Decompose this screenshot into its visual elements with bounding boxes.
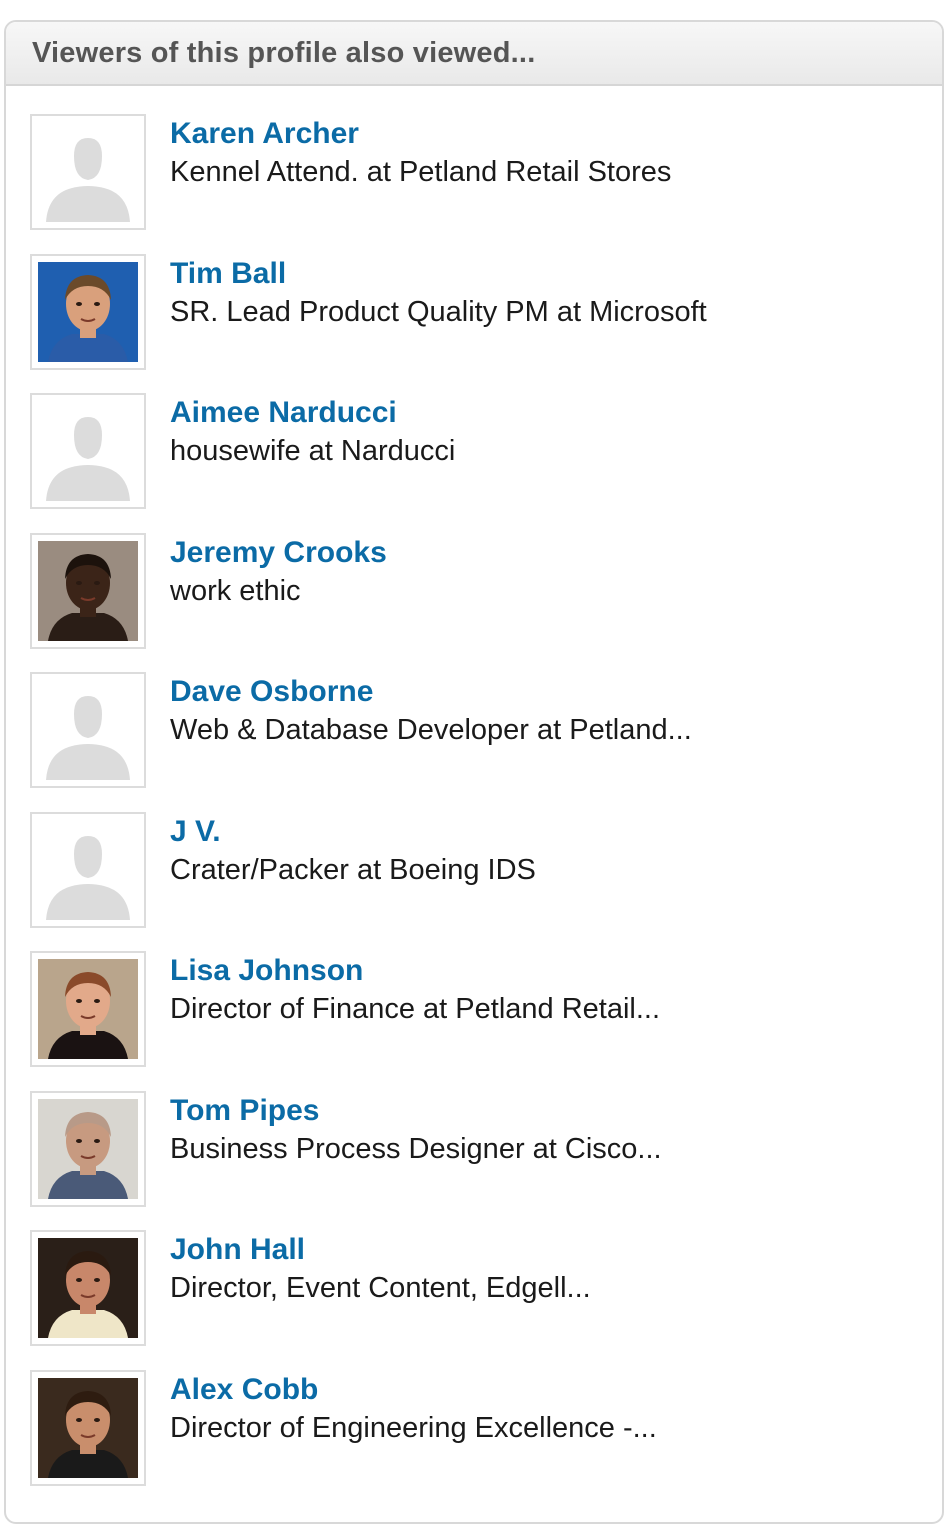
person-headline: Kennel Attend. at Petland Retail Stores (170, 156, 672, 188)
person-headline: Crater/Packer at Boeing IDS (170, 853, 536, 886)
person-headline: Business Process Designer at Cisco... (170, 1132, 662, 1165)
panel-header: Viewers of this profile also viewed... (6, 22, 942, 86)
avatar (38, 540, 138, 641)
profile-photo-link[interactable] (30, 1230, 146, 1346)
avatar-placeholder-icon (38, 122, 138, 222)
list-item: Tom Pipes Business Process Designer at Ci… (6, 1090, 942, 1209)
avatar-placeholder-icon (38, 401, 138, 501)
list-item: Tim Ball SR. Lead Product Quality PM at M… (6, 253, 942, 372)
panel-title: Viewers of this profile also viewed... (32, 36, 536, 69)
profile-photo-link[interactable] (30, 253, 146, 370)
list-item: J V. Crater/Packer at Boeing IDS (6, 811, 942, 930)
profile-photo-link[interactable] (30, 114, 146, 230)
profile-photo-link[interactable] (30, 951, 146, 1067)
person-headline: Director, Event Content, Edgell... (170, 1272, 591, 1304)
profile-photo-link[interactable] (30, 672, 146, 788)
profile-photo-link[interactable] (30, 1369, 146, 1486)
profile-photo-link[interactable] (30, 811, 146, 928)
person-name-link[interactable]: Jeremy Crooks (170, 535, 922, 571)
person-headline: work ethic (170, 574, 301, 607)
person-info: John Hall Director, Event Content, Edgell… (170, 1232, 922, 1306)
list-item: Lisa Johnson Director of Finance at Petla… (6, 951, 942, 1069)
list-item: John Hall Director, Event Content, Edgell… (6, 1230, 942, 1348)
also-viewed-panel: Viewers of this profile also viewed... K… (4, 20, 944, 1524)
avatar (38, 261, 138, 362)
person-name-link[interactable]: John Hall (170, 1232, 922, 1268)
person-name-link[interactable]: Lisa Johnson (170, 953, 922, 989)
avatar (38, 1377, 138, 1478)
person-info: Lisa Johnson Director of Finance at Petla… (170, 953, 922, 1027)
list-item: Jeremy Crooks work ethic (6, 532, 942, 651)
person-name-link[interactable]: Aimee Narducci (170, 395, 922, 431)
person-info: Karen Archer Kennel Attend. at Petland Re… (170, 116, 922, 190)
person-headline: housewife at Narducci (170, 435, 456, 467)
avatar (38, 1238, 138, 1338)
person-info: Tom Pipes Business Process Designer at Ci… (170, 1093, 922, 1167)
person-info: Tim Ball SR. Lead Product Quality PM at M… (170, 256, 922, 330)
profile-photo-link[interactable] (30, 393, 146, 509)
list-item: Dave Osborne Web & Database Developer at … (6, 672, 942, 790)
person-name-link[interactable]: Alex Cobb (170, 1372, 922, 1408)
avatar (38, 1098, 138, 1199)
person-info: J V. Crater/Packer at Boeing IDS (170, 814, 922, 888)
person-headline: Director of Engineering Excellence -... (170, 1411, 657, 1444)
person-name-link[interactable]: J V. (170, 814, 922, 850)
person-headline: SR. Lead Product Quality PM at Microsoft (170, 295, 707, 328)
avatar (38, 959, 138, 1059)
person-name-link[interactable]: Karen Archer (170, 116, 922, 152)
profile-photo-link[interactable] (30, 532, 146, 649)
avatar-placeholder-icon (38, 680, 138, 780)
list-item: Karen Archer Kennel Attend. at Petland Re… (6, 114, 942, 232)
avatar-placeholder-icon (38, 819, 138, 920)
person-info: Dave Osborne Web & Database Developer at … (170, 674, 922, 748)
person-name-link[interactable]: Dave Osborne (170, 674, 922, 710)
profile-photo-link[interactable] (30, 1090, 146, 1207)
person-info: Aimee Narducci housewife at Narducci (170, 395, 922, 469)
person-name-link[interactable]: Tom Pipes (170, 1093, 922, 1129)
person-info: Jeremy Crooks work ethic (170, 535, 922, 609)
person-headline: Web & Database Developer at Petland... (170, 714, 692, 746)
person-headline: Director of Finance at Petland Retail... (170, 993, 661, 1025)
list-item: Alex Cobb Director of Engineering Excelle… (6, 1369, 942, 1488)
person-info: Alex Cobb Director of Engineering Excelle… (170, 1372, 922, 1446)
person-name-link[interactable]: Tim Ball (170, 256, 922, 292)
list-item: Aimee Narducci housewife at Narducci (6, 393, 942, 511)
